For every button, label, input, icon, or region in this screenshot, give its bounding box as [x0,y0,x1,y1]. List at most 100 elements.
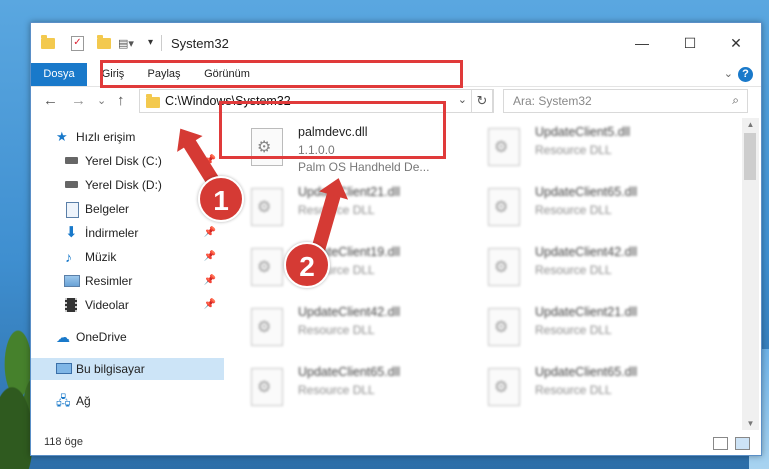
sidebar-item-this-pc[interactable]: Bu bilgisayar [31,358,224,380]
up-button[interactable]: ↑ [117,92,125,109]
dll-file-icon [488,128,520,166]
pictures-icon [64,275,80,287]
file-description: Resource DLL [535,143,612,157]
cloud-icon: ☁ [56,329,70,345]
file-name: UpdateClient21.dll [535,305,638,319]
documents-icon [66,202,79,218]
sidebar-item-label: Hızlı erişim [76,130,136,144]
file-name: UpdateClient5.dll [535,125,631,139]
back-button[interactable]: ← [43,92,58,109]
recent-locations-button[interactable]: ⌄ [97,94,106,107]
scroll-thumb[interactable] [744,133,756,180]
file-name: UpdateClient42.dll [535,245,638,259]
sidebar-item-label: Bu bilgisayar [76,362,145,376]
pin-icon[interactable]: 📌 [204,246,216,268]
sidebar-item-label: Yerel Disk (C:) [85,154,162,168]
list-item[interactable]: UpdateClient42.dll Resource DLL [231,298,461,352]
dll-file-icon [488,368,520,406]
tab-file[interactable]: Dosya [31,63,87,86]
scroll-up-icon[interactable]: ▲ [742,120,759,129]
search-input[interactable]: Ara: System32 [513,94,592,108]
file-description: Palm OS Handheld De... [298,160,430,174]
pin-icon[interactable]: 📌 [204,294,216,316]
file-name: UpdateClient42.dll [298,305,401,319]
network-icon: 🖧 [56,393,71,408]
step-1-badge: 1 [198,176,244,222]
drive-icon [65,181,78,188]
dll-file-icon [251,368,283,406]
computer-icon [56,363,72,374]
close-button[interactable]: ✕ [721,31,751,55]
sidebar-item-label: OneDrive [76,330,127,344]
minimize-button[interactable]: — [627,31,657,55]
item-count: 118 öge [44,436,83,448]
drive-icon [65,157,78,164]
pin-icon[interactable]: 📌 [204,270,216,292]
file-name: UpdateClient65.dll [535,185,638,199]
details-view-icon[interactable] [713,437,728,450]
download-icon: ⬇ [65,224,78,241]
dll-file-icon [251,248,283,286]
list-item[interactable]: UpdateClient5.dll Resource DLL [468,118,698,172]
list-item[interactable]: UpdateClient65.dll Resource DLL [231,358,461,412]
help-icon[interactable]: ? [738,67,753,82]
file-description: Resource DLL [535,203,612,217]
sidebar-item-documents[interactable]: Belgeler 📌 [31,198,224,220]
list-item[interactable]: UpdateClient65.dll Resource DLL [468,358,698,412]
pin-icon[interactable]: 📌 [204,222,216,244]
address-highlight [100,60,463,88]
file-name: UpdateClient65.dll [535,365,638,379]
file-name: UpdateClient65.dll [298,365,401,379]
file-description: Resource DLL [298,323,375,337]
sidebar-item-onedrive[interactable]: ☁ OneDrive [31,326,224,348]
customize-toolbar-icon[interactable]: ▤▾ [118,34,146,52]
address-dropdown-icon[interactable]: ⌄ [458,93,467,106]
list-item[interactable]: UpdateClient65.dll Resource DLL [468,178,698,232]
search-icon: ⌕ [732,93,739,107]
search-box[interactable]: Ara: System32 ⌕ [503,89,748,113]
music-icon: ♪ [65,249,72,265]
sidebar-item-disk-d[interactable]: Yerel Disk (D:) 📌 [31,174,224,196]
sidebar-item-label: Müzik [85,250,117,264]
step-2-badge: 2 [284,242,330,288]
sidebar-item-pictures[interactable]: Resimler 📌 [31,270,224,292]
file-description: Resource DLL [298,383,375,397]
sidebar-item-network[interactable]: 🖧 Ağ [31,390,224,412]
list-item[interactable]: UpdateClient21.dll Resource DLL [468,298,698,352]
ribbon-collapse-icon[interactable]: ⌄ [724,67,733,80]
dll-file-icon [488,248,520,286]
forward-button[interactable]: → [71,92,86,109]
dll-file-icon [251,308,283,346]
list-item[interactable]: UpdateClient19.dll Resource DLL [231,238,461,292]
sidebar-item-videos[interactable]: Videolar 📌 [31,294,224,316]
dll-file-icon [251,188,283,226]
videos-icon [65,298,77,312]
sidebar-item-label: Videolar [85,298,129,312]
dll-file-icon [488,188,520,226]
vertical-scrollbar[interactable]: ▲ ▼ [742,118,759,430]
large-icons-view-icon[interactable] [735,437,750,450]
title-divider [161,35,162,51]
dll-file-icon [488,308,520,346]
sidebar-item-label: Yerel Disk (D:) [85,178,162,192]
scroll-down-icon[interactable]: ▼ [742,419,759,428]
sidebar-item-downloads[interactable]: ⬇ İndirmeler 📌 [31,222,224,244]
status-bar: 118 öge [31,430,761,455]
sidebar-item-music[interactable]: ♪ Müzik 📌 [31,246,224,268]
folder-icon [146,94,160,108]
window-title: System32 [171,36,229,51]
sidebar-item-label: İndirmeler [85,226,139,240]
file-description: Resource DLL [535,263,612,277]
list-item[interactable]: UpdateClient42.dll Resource DLL [468,238,698,292]
file-highlight [219,101,446,159]
sidebar-item-label: Ağ [76,394,91,408]
properties-icon[interactable]: ✓ [71,34,85,52]
sidebar-item-label: Belgeler [85,202,130,216]
refresh-button[interactable]: ↻ [471,89,493,113]
file-description: Resource DLL [535,383,612,397]
title-bar: ✓ ▤▾ ▾ System32 — ☐ ✕ [31,23,761,63]
file-description: Resource DLL [535,323,612,337]
sidebar-item-label: Resimler [85,274,133,288]
maximize-button[interactable]: ☐ [675,31,705,55]
star-icon: ★ [56,129,68,144]
